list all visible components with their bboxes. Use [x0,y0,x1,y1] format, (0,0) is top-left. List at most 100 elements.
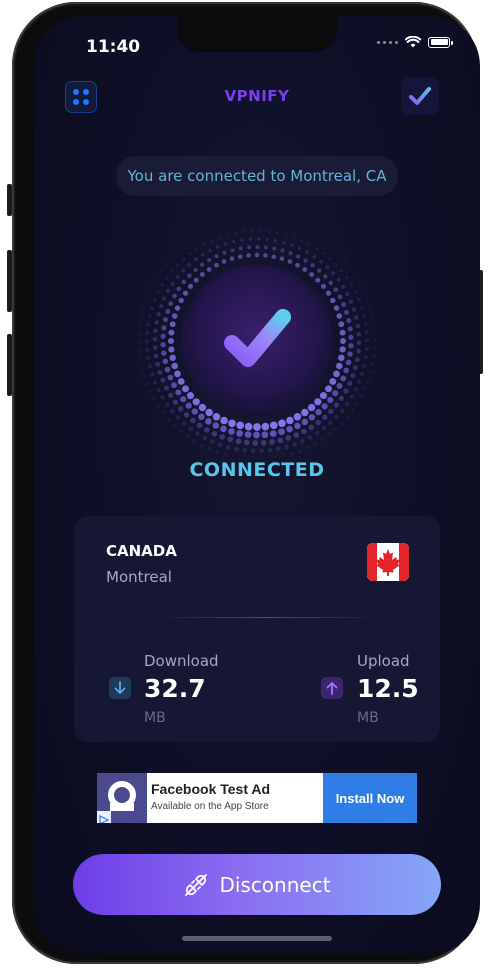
ring-dot [220,227,224,230]
ring-dot [282,240,286,245]
ring-dot [152,345,158,351]
ring-dot [181,257,186,261]
ring-dot [168,301,174,306]
ring-dot [209,439,215,444]
ring-dot [259,229,263,233]
disconnect-button[interactable]: Disconnect [73,854,441,915]
ring-dot [192,398,200,406]
ring-dot [265,237,269,242]
ring-dot [345,415,350,419]
location-card[interactable]: CANADA Montreal Download 32.7 MB Upload … [74,516,440,742]
ring-dot [232,240,236,244]
ring-dot [243,439,250,446]
ring-dot [139,316,143,320]
ring-dot [137,349,142,353]
ad-title: Facebook Test Ad [151,781,271,797]
ring-dot [334,414,339,420]
ring-dot [177,251,180,255]
ring-dot [322,414,328,420]
ring-dot [328,280,334,286]
ring-dot [345,401,350,407]
ring-dot [349,394,354,400]
ring-dot [187,262,192,267]
ring-dot [242,447,248,453]
ring-dot [332,390,339,397]
ring-dot [156,312,161,317]
ring-dot [182,385,189,393]
download-unit: MB [144,710,166,726]
ring-dot [176,286,182,292]
status-icons [377,36,453,48]
ring-dot [320,437,325,442]
ring-dot [244,431,252,438]
ring-dot [292,442,297,447]
ring-dot [175,263,180,267]
ring-dot [321,403,328,410]
ring-dot [182,290,189,296]
ring-dot [161,325,167,331]
ring-dot [151,284,155,288]
ring-dot [363,386,367,391]
ring-dot [368,370,373,375]
ring-dot [365,296,369,300]
connection-status: CONNECTED [189,459,325,481]
ring-dot [280,248,285,253]
ring-dot [357,379,362,384]
ring-dot [287,226,290,229]
ring-dot [310,235,314,238]
disconnect-label: Disconnect [219,872,331,897]
ring-dot [253,431,260,439]
ring-dot [208,248,212,253]
ring-dot [215,450,220,455]
ring-dot [175,389,182,396]
ring-dot [303,231,306,235]
ring-dot [186,392,195,400]
ring-dot [167,337,175,345]
ring-dot [196,422,203,429]
country-name: CANADA [106,542,177,560]
premium-button[interactable] [401,77,439,115]
ad-banner[interactable]: Facebook Test Ad Available on the App St… [97,773,417,823]
ring-dot [160,270,163,273]
ring-dot [247,245,252,250]
ring-dot [359,371,365,376]
ring-dot [142,374,147,378]
ad-install-button[interactable]: Install Now [323,773,417,823]
ring-dot [178,297,184,304]
ring-dot [169,354,176,361]
ring-dot [271,254,277,259]
connection-indicator[interactable] [122,221,392,462]
ring-dot [321,426,327,431]
ring-dot [212,422,220,429]
ring-dot [181,279,187,285]
ring-dot [179,429,183,434]
ring-dot [159,304,164,309]
ring-dot [148,314,152,319]
ring-dot [345,292,350,296]
ring-dot [157,369,163,375]
home-indicator [182,936,332,941]
ring-dot [263,253,268,258]
connection-message: You are connected to Montreal, CA [116,156,398,196]
ring-dot [191,408,198,415]
ring-dot [156,404,161,409]
ring-dot [185,402,192,409]
ring-dot [162,358,169,365]
ring-dot [204,427,210,433]
ad-choices-icon[interactable] [97,811,111,823]
ring-dot [279,224,282,227]
ring-dot [339,337,347,345]
ring-dot [153,298,157,302]
plug-off-icon [185,873,208,896]
ring-dot [205,418,212,425]
ring-dot [205,408,213,417]
ring-dot [137,332,141,336]
ring-dot [226,233,229,237]
canada-flag-icon [367,543,409,581]
ring-dot [145,382,149,386]
ring-dot [362,289,366,292]
ring-dot [363,322,368,326]
ring-dot [339,421,344,426]
ring-dot [165,402,170,407]
ring-dot [230,248,235,253]
